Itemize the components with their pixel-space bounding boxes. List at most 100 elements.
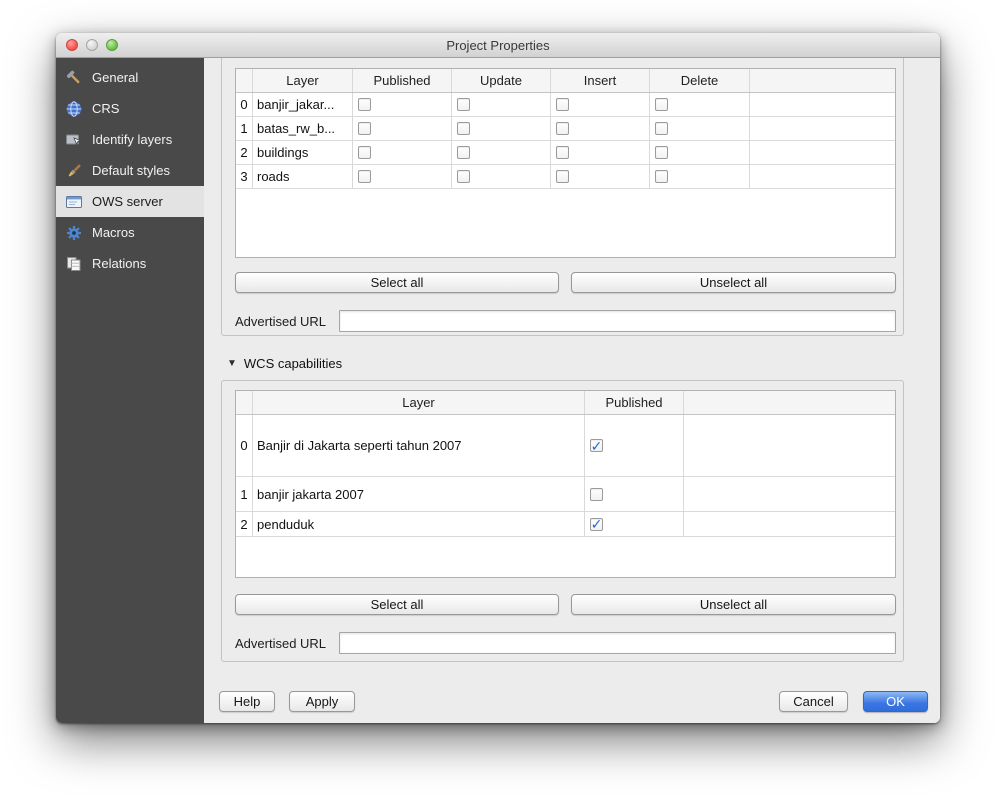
table-row[interactable]: 3 roads: [236, 165, 895, 189]
sidebar-item-default-styles[interactable]: Default styles: [56, 155, 204, 186]
close-button[interactable]: [66, 39, 78, 51]
layer-name-cell: buildings: [253, 141, 353, 164]
table-row[interactable]: 1 banjir jakarta 2007: [236, 477, 895, 512]
row-index: 3: [236, 165, 253, 188]
table-row[interactable]: 2 penduduk ✓: [236, 512, 895, 537]
wcs-table-body: 0 Banjir di Jakarta seperti tahun 2007 ✓…: [236, 415, 895, 537]
table-row[interactable]: 0 banjir_jakar...: [236, 93, 895, 117]
sidebar-item-label: Identify layers: [92, 132, 172, 147]
update-checkbox[interactable]: [457, 98, 470, 111]
published-checkbox[interactable]: [358, 170, 371, 183]
sidebar-item-ows-server[interactable]: OWS server: [56, 186, 204, 217]
delete-cell: [650, 93, 750, 116]
table-row[interactable]: 1 batas_rw_b...: [236, 117, 895, 141]
corner-header-cell: [236, 69, 253, 92]
corner-header-cell: [236, 391, 253, 414]
column-header-update[interactable]: Update: [452, 69, 551, 92]
titlebar[interactable]: Project Properties: [56, 33, 940, 58]
wcs-section-header[interactable]: ▼ WCS capabilities: [227, 356, 342, 371]
cancel-button[interactable]: Cancel: [779, 691, 848, 712]
published-cell: [353, 117, 452, 140]
gear-icon: [64, 223, 84, 243]
insert-checkbox[interactable]: [556, 122, 569, 135]
update-cell: [452, 93, 551, 116]
relations-icon: [64, 254, 84, 274]
sidebar-item-label: CRS: [92, 101, 119, 116]
sidebar-item-identify-layers[interactable]: Identify layers: [56, 124, 204, 155]
insert-cell: [551, 141, 650, 164]
insert-cell: [551, 93, 650, 116]
update-checkbox[interactable]: [457, 146, 470, 159]
sidebar-item-general[interactable]: General: [56, 62, 204, 93]
delete-checkbox[interactable]: [655, 122, 668, 135]
wcs-unselect-all-button[interactable]: Unselect all: [571, 594, 896, 615]
column-header-published[interactable]: Published: [585, 391, 684, 414]
row-index: 0: [236, 93, 253, 116]
collapse-triangle-icon[interactable]: ▼: [227, 358, 237, 369]
published-checkbox[interactable]: ✓: [590, 439, 603, 452]
sidebar-item-label: Macros: [92, 225, 135, 240]
published-cell: [353, 141, 452, 164]
traffic-lights: [66, 33, 118, 57]
wfs-unselect-all-button[interactable]: Unselect all: [571, 272, 896, 293]
wfs-advertised-url-label: Advertised URL: [235, 314, 326, 329]
content-pane: Layer Published Update Insert Delete 0 b…: [204, 58, 940, 723]
insert-checkbox[interactable]: [556, 170, 569, 183]
layer-name-cell: banjir jakarta 2007: [253, 477, 585, 511]
wfs-layers-table: Layer Published Update Insert Delete 0 b…: [235, 68, 896, 258]
wcs-table-header: Layer Published: [236, 391, 895, 415]
table-row[interactable]: 2 buildings: [236, 141, 895, 165]
column-header-insert[interactable]: Insert: [551, 69, 650, 92]
published-checkbox[interactable]: [590, 488, 603, 501]
zoom-button[interactable]: [106, 39, 118, 51]
published-cell: [585, 477, 684, 511]
server-icon: [64, 192, 84, 212]
wfs-select-all-button[interactable]: Select all: [235, 272, 559, 293]
published-checkbox[interactable]: ✓: [590, 518, 603, 531]
globe-icon: [64, 99, 84, 119]
wcs-advertised-url-input[interactable]: [339, 632, 896, 654]
row-index: 2: [236, 141, 253, 164]
published-cell: [353, 93, 452, 116]
column-header-published[interactable]: Published: [353, 69, 452, 92]
identify-icon: [64, 130, 84, 150]
wfs-advertised-url-input[interactable]: [339, 310, 896, 332]
wfs-table-header: Layer Published Update Insert Delete: [236, 69, 895, 93]
layer-name-cell: penduduk: [253, 512, 585, 536]
update-cell: [452, 141, 551, 164]
wcs-section-title: WCS capabilities: [244, 356, 342, 371]
published-checkbox[interactable]: [358, 146, 371, 159]
delete-checkbox[interactable]: [655, 146, 668, 159]
published-checkbox[interactable]: [358, 122, 371, 135]
sidebar-item-relations[interactable]: Relations: [56, 248, 204, 279]
delete-checkbox[interactable]: [655, 98, 668, 111]
layer-name-cell: roads: [253, 165, 353, 188]
published-cell: ✓: [585, 512, 684, 536]
update-checkbox[interactable]: [457, 170, 470, 183]
column-header-layer[interactable]: Layer: [253, 391, 585, 414]
column-header-layer[interactable]: Layer: [253, 69, 353, 92]
layer-name-cell: banjir_jakar...: [253, 93, 353, 116]
sidebar-item-label: OWS server: [92, 194, 163, 209]
delete-checkbox[interactable]: [655, 170, 668, 183]
wcs-layers-table: Layer Published 0 Banjir di Jakarta sepe…: [235, 390, 896, 578]
apply-button[interactable]: Apply: [289, 691, 355, 712]
column-header-delete[interactable]: Delete: [650, 69, 750, 92]
row-index: 1: [236, 117, 253, 140]
insert-cell: [551, 117, 650, 140]
wcs-select-all-button[interactable]: Select all: [235, 594, 559, 615]
update-checkbox[interactable]: [457, 122, 470, 135]
header-filler: [750, 69, 895, 92]
sidebar-item-crs[interactable]: CRS: [56, 93, 204, 124]
update-cell: [452, 165, 551, 188]
published-checkbox[interactable]: [358, 98, 371, 111]
minimize-button[interactable]: [86, 39, 98, 51]
table-row[interactable]: 0 Banjir di Jakarta seperti tahun 2007 ✓: [236, 415, 895, 477]
wfs-table-body: 0 banjir_jakar... 1 batas_rw_b...: [236, 93, 895, 189]
wcs-advertised-url-label: Advertised URL: [235, 636, 326, 651]
ok-button[interactable]: OK: [863, 691, 928, 712]
insert-checkbox[interactable]: [556, 146, 569, 159]
help-button[interactable]: Help: [219, 691, 275, 712]
sidebar-item-macros[interactable]: Macros: [56, 217, 204, 248]
insert-checkbox[interactable]: [556, 98, 569, 111]
